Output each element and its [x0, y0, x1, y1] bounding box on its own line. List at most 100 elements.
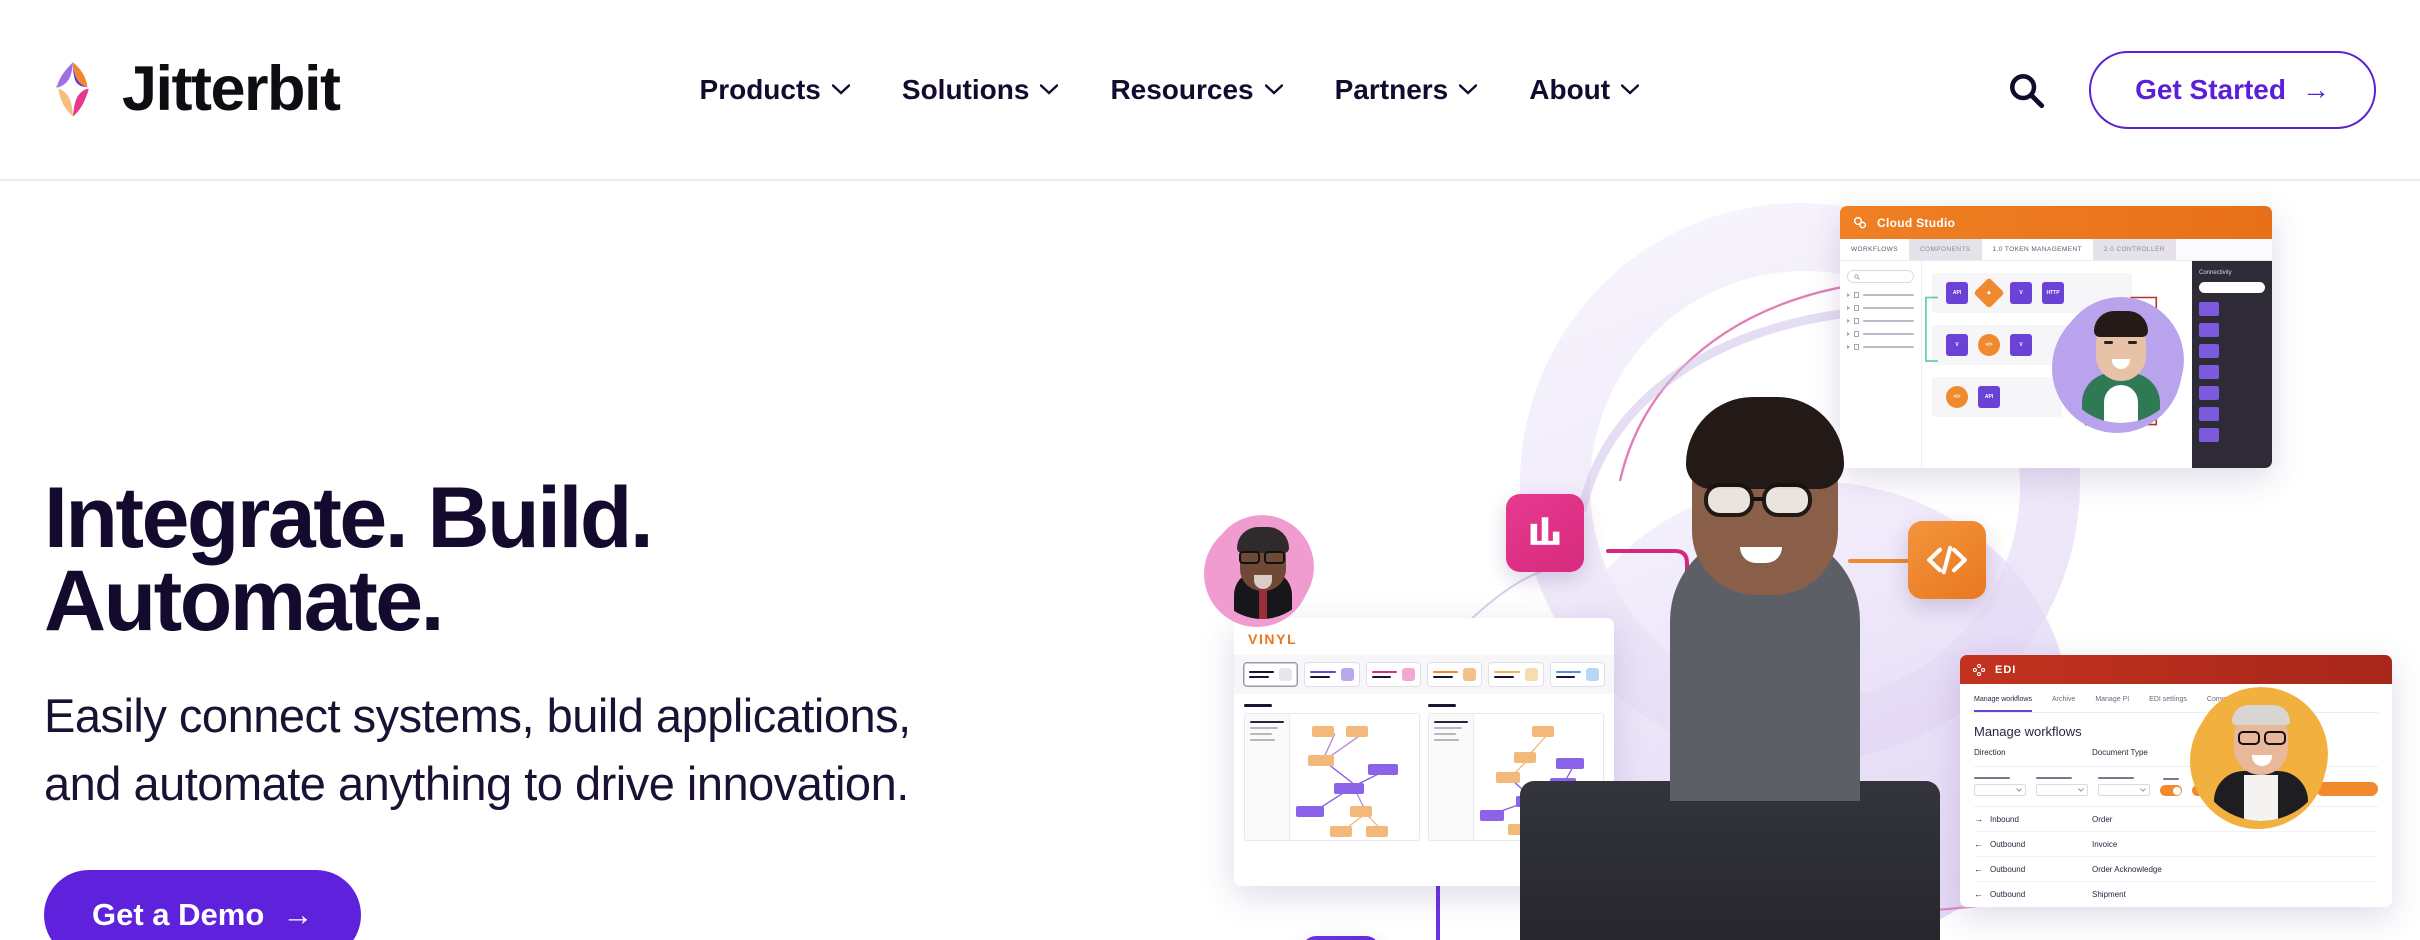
tab-manage-workflows[interactable]: Manage workflows [1974, 696, 2032, 712]
tab-edi-settings[interactable]: EDI settings [2149, 696, 2187, 712]
card-box [1244, 713, 1420, 841]
chip-lines [1310, 671, 1336, 678]
vinyl-flow-card[interactable] [1244, 704, 1420, 841]
connectivity-search-input[interactable] [2199, 282, 2265, 293]
nav-item-partners[interactable]: Partners [1335, 74, 1478, 106]
get-started-button[interactable]: Get Started → [2089, 50, 2376, 129]
flow-node [1350, 806, 1372, 817]
vinyl-chip[interactable] [1549, 662, 1605, 687]
sidebar-search-input[interactable] [1847, 270, 1914, 283]
main-navigation: Products Solutions Resources Partners Ab… [700, 74, 1640, 106]
gears-icon [1853, 216, 1867, 228]
vinyl-chip[interactable] [1488, 662, 1544, 687]
hero-subheading: Easily connect systems, build applicatio… [44, 688, 911, 810]
direction-label: Outbound [1990, 889, 2026, 899]
filter-select[interactable] [2036, 777, 2088, 796]
chip-swatch [1585, 668, 1599, 681]
nav-item-solutions[interactable]: Solutions [902, 74, 1059, 106]
cell-direction: ← Outbound [1974, 839, 2092, 849]
chip-lines [1432, 671, 1459, 678]
tab-controller[interactable]: 2.0 CONTROLLER [2092, 239, 2176, 260]
header-actions: Get Started → [2003, 50, 2376, 129]
vinyl-chip[interactable] [1304, 662, 1360, 687]
connector-folder[interactable] [2199, 386, 2219, 400]
chip-lines [1249, 671, 1275, 678]
edi-panel[interactable]: EDI Manage workflows Archive Manage PI E… [1960, 655, 2392, 907]
get-started-label: Get Started [2135, 73, 2286, 105]
tree-item[interactable] [1847, 318, 1914, 324]
table-row[interactable]: ← Outbound Order Acknowledge [1974, 857, 2378, 882]
tab-components[interactable]: COMPONENTS [1908, 239, 1982, 260]
connector-folder[interactable] [2199, 344, 2219, 358]
nav-item-about[interactable]: About [1529, 73, 1640, 106]
tree-item[interactable] [1847, 292, 1914, 298]
table-row[interactable]: → Inbound Order [1974, 807, 2378, 832]
connector-folder[interactable] [2199, 407, 2219, 421]
vinyl-chip-row [1234, 655, 1614, 694]
page-title: Integrate. Build. Automate. [44, 470, 654, 650]
flow-node [1532, 726, 1554, 737]
chart-icon[interactable] [1506, 494, 1584, 572]
tree-item[interactable] [1847, 331, 1914, 337]
arrow-icon: ← [1974, 864, 1983, 874]
filter-toggle[interactable] [2160, 778, 2182, 796]
tab-archive[interactable]: Archive [2052, 696, 2075, 712]
table-row[interactable]: ← Outbound Invoice [1974, 832, 2378, 857]
laptop-graphic [1520, 781, 1940, 940]
vinyl-chip[interactable] [1365, 662, 1421, 687]
tree-item[interactable] [1847, 344, 1914, 350]
nav-item-resources[interactable]: Resources [1110, 74, 1283, 106]
flow-diagram [1290, 714, 1419, 840]
cloud-icon[interactable] [1302, 936, 1380, 940]
edi-header: EDI [1960, 655, 2392, 684]
direction-label: Outbound [1990, 864, 2026, 874]
cell-document-type: Shipment [2092, 889, 2126, 899]
tab-workflows[interactable]: WORKFLOWS [1840, 239, 1909, 260]
chip-swatch [1340, 668, 1354, 681]
flow-node [1556, 758, 1584, 769]
flow-node [1312, 726, 1334, 737]
connector-folder[interactable] [2199, 323, 2219, 337]
nav-label: Solutions [901, 73, 1030, 105]
table-row[interactable]: ← Outbound Shipment [1974, 882, 2378, 906]
edi-title: EDI [1995, 663, 2017, 676]
edi-table: → Inbound Order ← Outbound Invoice ← Out… [1974, 807, 2378, 906]
flow-node [1296, 806, 1324, 817]
card-side-list [1245, 714, 1290, 840]
flow-node [1368, 764, 1398, 775]
connector-folder[interactable] [2199, 365, 2219, 379]
filter-select[interactable] [2098, 777, 2150, 796]
vinyl-chip[interactable] [1243, 662, 1299, 687]
tab-manage-pi[interactable]: Manage PI [2095, 696, 2129, 712]
avatar-top-right [2058, 297, 2184, 423]
tree-item[interactable] [1847, 305, 1914, 311]
cell-direction: → Inbound [1974, 814, 2092, 824]
nav-label: Partners [1334, 73, 1449, 105]
edi-action-button[interactable] [2316, 782, 2378, 796]
filter-select[interactable] [1974, 777, 2026, 796]
direction-label: Inbound [1990, 814, 2019, 824]
search-icon [1854, 273, 1860, 280]
arrow-icon: ← [1974, 839, 1983, 849]
connector-folder[interactable] [2199, 302, 2219, 316]
card-title-bar [1244, 704, 1272, 707]
cloud-studio-panel[interactable]: Cloud Studio WORKFLOWS COMPONENTS 1.0 TO… [1840, 206, 2272, 468]
sidebar-tree [1847, 292, 1914, 350]
tab-token-management[interactable]: 1.0 TOKEN MANAGEMENT [1981, 239, 2093, 260]
chip-swatch [1524, 668, 1538, 681]
vinyl-chip[interactable] [1426, 662, 1483, 687]
chip-swatch [1463, 668, 1477, 681]
get-a-demo-button[interactable]: Get a Demo → [44, 870, 362, 940]
edi-diamond-icon [1972, 663, 1986, 676]
card-side-list [1429, 714, 1474, 840]
flow-node [1496, 772, 1520, 783]
logo-link[interactable]: Jitterbit [40, 57, 341, 123]
nav-label: About [1529, 73, 1611, 105]
chip-lines [1494, 671, 1520, 678]
cell-direction: ← Outbound [1974, 864, 2092, 874]
search-icon[interactable] [2003, 67, 2049, 113]
connector-folder[interactable] [2199, 428, 2219, 442]
hero-illustration: VINYL Cloud Studio WORKFLOWS COMPONENTS … [1190, 181, 2420, 940]
code-icon[interactable] [1908, 521, 1986, 599]
nav-item-products[interactable]: Products [700, 74, 850, 106]
